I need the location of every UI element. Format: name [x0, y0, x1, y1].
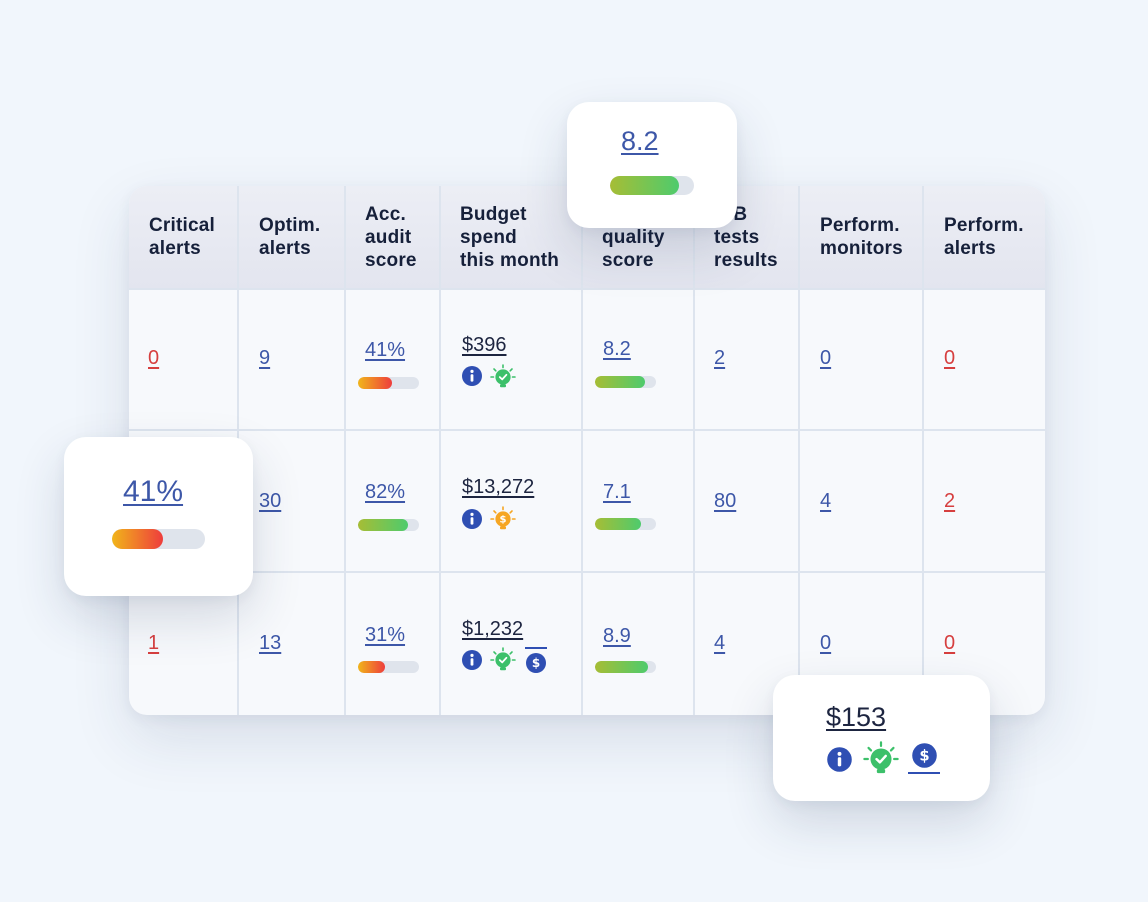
column-divider	[344, 186, 346, 715]
budget-spend-popup: $153 $	[773, 675, 990, 801]
header-critical-alerts: Critical alerts	[149, 215, 216, 259]
column-divider	[581, 186, 583, 715]
audit-score-bar	[358, 661, 419, 673]
optim-alerts-value[interactable]: 30	[259, 490, 281, 513]
dollar-coin-underline	[908, 772, 940, 774]
header-audit-score: Acc. audit score	[365, 203, 417, 271]
lightbulb-check-icon[interactable]	[490, 647, 516, 673]
dollar-coin-underline	[525, 647, 547, 649]
audit-score-value[interactable]: 82%	[365, 481, 405, 504]
header-optim-alerts: Optim. alerts	[259, 215, 321, 259]
column-divider	[798, 186, 800, 715]
audit-score-popup: 41%	[64, 437, 253, 596]
row-divider	[129, 571, 1045, 573]
popup-quality-value[interactable]: 8.2	[621, 126, 659, 157]
perform-alerts-value[interactable]: 0	[944, 632, 955, 655]
dollar-coin-icon[interactable]: $	[525, 652, 547, 674]
keyword-quality-value[interactable]: 7.1	[603, 481, 631, 504]
keyword-quality-bar	[595, 376, 656, 388]
ab-tests-value[interactable]: 80	[714, 490, 736, 513]
row-divider	[129, 288, 1045, 290]
popup-quality-bar	[610, 176, 694, 195]
audit-score-value[interactable]: 31%	[365, 624, 405, 647]
dollar-coin-icon[interactable]: $	[911, 742, 938, 769]
perform-alerts-value[interactable]: 2	[944, 490, 955, 513]
row-divider	[129, 429, 1045, 431]
audit-score-bar	[358, 519, 419, 531]
audit-score-value[interactable]: 41%	[365, 339, 405, 362]
budget-spend-value[interactable]: $396	[462, 334, 507, 357]
critical-alerts-value[interactable]: 0	[148, 347, 159, 370]
budget-spend-value[interactable]: $1,232	[462, 618, 523, 641]
critical-alerts-value[interactable]: 1	[148, 632, 159, 655]
lightbulb-dollar-icon[interactable]: $	[490, 506, 516, 532]
svg-text:$: $	[532, 656, 540, 670]
info-icon[interactable]	[461, 365, 483, 387]
info-icon[interactable]	[461, 508, 483, 530]
perform-monitors-value[interactable]: 4	[820, 490, 831, 513]
ab-tests-value[interactable]: 4	[714, 632, 725, 655]
optim-alerts-value[interactable]: 9	[259, 347, 270, 370]
campaign-metrics-table: Critical alerts Optim. alerts Acc. audit…	[129, 186, 1045, 715]
perform-monitors-value[interactable]: 0	[820, 347, 831, 370]
keyword-quality-bar	[595, 661, 656, 673]
lightbulb-check-icon[interactable]	[490, 364, 516, 390]
header-perform-alerts: Perform. alerts	[944, 215, 1024, 259]
column-divider	[439, 186, 441, 715]
perform-monitors-value[interactable]: 0	[820, 632, 831, 655]
column-divider	[693, 186, 695, 715]
popup-audit-bar	[112, 529, 205, 549]
keyword-quality-value[interactable]: 8.2	[603, 338, 631, 361]
info-icon[interactable]	[826, 746, 853, 773]
budget-spend-value[interactable]: $13,272	[462, 476, 534, 499]
keyword-quality-value[interactable]: 8.9	[603, 625, 631, 648]
keyword-quality-bar	[595, 518, 656, 530]
svg-text:$: $	[500, 515, 507, 526]
optim-alerts-value[interactable]: 13	[259, 632, 281, 655]
audit-score-bar	[358, 377, 419, 389]
ab-tests-value[interactable]: 2	[714, 347, 725, 370]
perform-alerts-value[interactable]: 0	[944, 347, 955, 370]
header-budget-spend: Budget spend this month	[460, 203, 560, 271]
header-perform-monitors: Perform. monitors	[820, 215, 903, 259]
popup-budget-value[interactable]: $153	[826, 702, 886, 733]
svg-text:$: $	[919, 748, 929, 765]
popup-audit-value[interactable]: 41%	[123, 475, 183, 509]
info-icon[interactable]	[461, 649, 483, 671]
keyword-quality-popup: 8.2	[567, 102, 737, 228]
column-divider	[922, 186, 924, 715]
page: { "table": { "columns": [ "Critical\nale…	[0, 0, 1148, 902]
lightbulb-check-icon[interactable]	[863, 741, 899, 777]
